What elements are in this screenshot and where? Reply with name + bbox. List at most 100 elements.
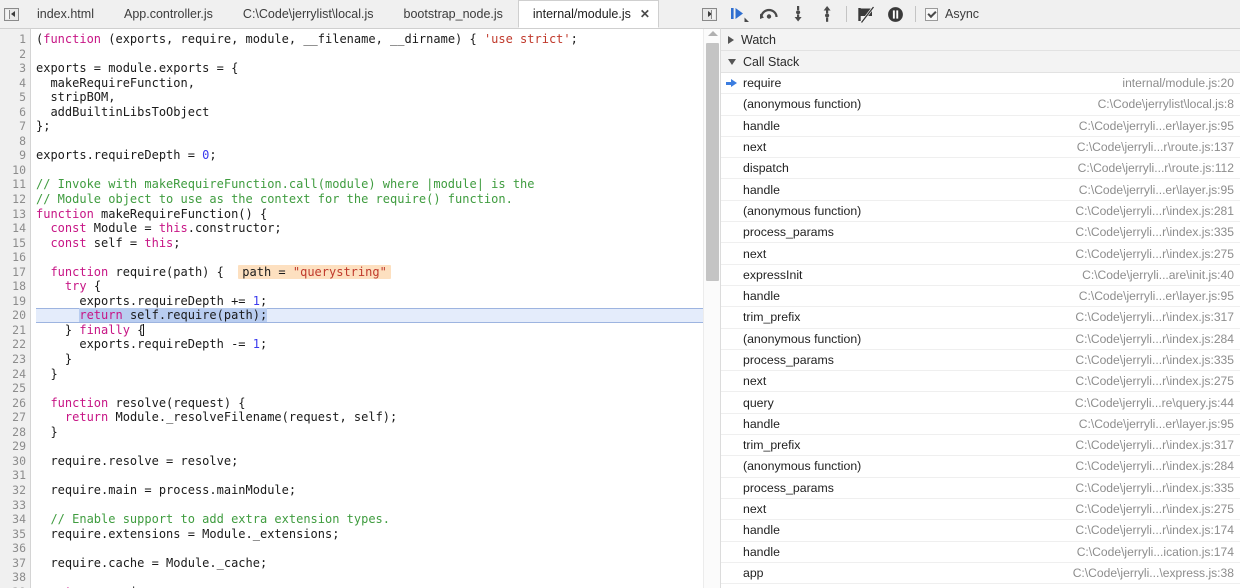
call-stack-row[interactable]: process_params C:\Code\jerryli...r\index.… [721, 477, 1240, 499]
code-line[interactable] [36, 163, 720, 178]
code-line[interactable] [36, 381, 720, 396]
code-line[interactable]: require.cache = Module._cache; [36, 556, 720, 571]
code-line[interactable] [36, 439, 720, 454]
call-stack-function-name: next [743, 140, 767, 155]
call-stack-row[interactable]: handle C:\Code\jerryli...ication.js:174 [721, 541, 1240, 563]
watch-section-header[interactable]: Watch [721, 29, 1240, 51]
call-stack-row[interactable]: handle C:\Code\jerryli...er\layer.js:95 [721, 179, 1240, 201]
code-line[interactable]: exports.requireDepth += 1; [36, 294, 720, 309]
call-stack-row[interactable]: trim_prefix C:\Code\jerryli...r\index.js:… [721, 307, 1240, 329]
chevron-down-icon[interactable] [728, 58, 736, 65]
tab-close-icon[interactable]: ✕ [640, 8, 650, 20]
code-line[interactable] [36, 47, 720, 62]
async-checkbox[interactable] [925, 7, 938, 21]
call-stack-row[interactable]: trim_prefix C:\Code\jerryli...r\index.js:… [721, 435, 1240, 457]
call-stack-row[interactable]: next C:\Code\jerryli...r\route.js:137 [721, 136, 1240, 159]
code-line[interactable]: (function (exports, require, module, __f… [36, 32, 720, 47]
call-stack-row[interactable]: handle C:\Code\jerryli...er\layer.js:95 [721, 413, 1240, 436]
code-line[interactable]: return Module._resolveFilename(request, … [36, 410, 720, 425]
code-line[interactable] [36, 250, 720, 265]
call-stack-row[interactable]: next C:\Code\jerryli...r\index.js:275 [721, 371, 1240, 393]
code-line[interactable]: // Enable support to add extra extension… [36, 512, 720, 527]
code-line[interactable]: // Module object to use as the context f… [36, 192, 720, 207]
call-stack-row[interactable]: next C:\Code\jerryli...r\index.js:275 [721, 243, 1240, 265]
code-line[interactable]: const self = this; [36, 236, 720, 251]
editor-tab-0[interactable]: index.html [22, 0, 109, 28]
code-line[interactable] [36, 468, 720, 483]
deactivate-breakpoints-button[interactable] [852, 1, 881, 27]
call-stack-location: C:\Code\jerryli...r\index.js:335 [1075, 353, 1234, 367]
call-stack-row[interactable]: app C:\Code\jerryli...\express.js:38 [721, 562, 1240, 585]
call-stack-row[interactable]: (anonymous function) C:\Code\jerrylist\lo… [721, 94, 1240, 116]
panel-expand-right-icon[interactable] [698, 0, 720, 28]
code-line[interactable]: } [36, 425, 720, 440]
step-over-arc-icon [759, 8, 778, 19]
code-line[interactable] [36, 134, 720, 149]
step-into-button[interactable] [783, 1, 812, 27]
call-stack-row[interactable]: (anonymous function) C:\Code\jerryli...r\… [721, 456, 1240, 478]
editor-tab-1[interactable]: App.controller.js [109, 0, 228, 28]
code-line[interactable]: exports.requireDepth -= 1; [36, 337, 720, 352]
code-line[interactable]: } finally { [36, 323, 720, 338]
chevron-right-icon[interactable] [728, 35, 734, 44]
call-stack-row[interactable]: dispatch C:\Code\jerryli...r\route.js:112 [721, 158, 1240, 180]
async-toggle[interactable]: Async [925, 7, 979, 21]
line-number: 18 [12, 279, 26, 294]
step-out-button[interactable] [812, 1, 841, 27]
code-line[interactable]: function makeRequireFunction() { [36, 207, 720, 222]
code-line[interactable]: } [36, 367, 720, 382]
code-line[interactable] [36, 570, 720, 585]
panel-collapse-left-icon[interactable] [0, 0, 22, 28]
call-stack-row[interactable]: handle C:\Code\jerryli...er\layer.js:95 [721, 115, 1240, 137]
code-viewport[interactable]: (function (exports, require, module, __f… [31, 29, 720, 588]
editor-tab-4[interactable]: internal/module.js ✕ [517, 0, 659, 28]
code-line[interactable]: makeRequireFunction, [36, 76, 720, 91]
code-line[interactable] [36, 541, 720, 556]
scrollbar-thumb[interactable] [706, 43, 719, 281]
code-line[interactable]: } [36, 352, 720, 367]
call-stack-row[interactable]: query C:\Code\jerryli...re\query.js:44 [721, 392, 1240, 414]
line-number: 20 [12, 308, 26, 323]
call-stack-location: C:\Code\jerryli...r\index.js:335 [1075, 480, 1234, 495]
continue-button[interactable] [725, 1, 754, 27]
pause-button[interactable] [881, 1, 910, 27]
code-line[interactable]: require.extensions = Module._extensions; [36, 527, 720, 542]
code-line[interactable]: exports.requireDepth = 0; [36, 148, 720, 163]
call-stack-row[interactable]: handle C:\Code\jerryli...r\index.js:174 [721, 520, 1240, 542]
code-line[interactable]: require.main = process.mainModule; [36, 483, 720, 498]
code-line[interactable]: // Invoke with makeRequireFunction.call(… [36, 177, 720, 192]
call-stack-row[interactable]: handle C:\Code\jerryli...er\layer.js:95 [721, 285, 1240, 308]
scroll-up-arrow-icon[interactable] [708, 31, 718, 36]
code-line[interactable]: try { [36, 279, 720, 294]
code-line-current[interactable]: return self.require(path); [36, 308, 720, 323]
code-line[interactable]: exports = module.exports = { [36, 61, 720, 76]
call-stack-row[interactable]: process_params C:\Code\jerryli...r\index.… [721, 222, 1240, 244]
editor-tab-3[interactable]: bootstrap_node.js [389, 0, 518, 28]
code-line[interactable]: }; [36, 119, 720, 134]
line-number: 9 [19, 148, 26, 163]
code-line[interactable]: const Module = this.constructor; [36, 221, 720, 236]
call-stack-row[interactable]: require internal/module.js:20 [721, 73, 1240, 95]
call-stack-row[interactable]: (anonymous function) C:\Code\jerryli...r\… [721, 200, 1240, 223]
code-line[interactable]: require.resolve = resolve; [36, 454, 720, 469]
code-line[interactable]: function require(path) { path = "queryst… [36, 264, 720, 280]
line-number: 15 [12, 235, 26, 250]
code-editor[interactable]: 1 2 3 4 5 6 7 8 9 10 11 12 13 14 15 16 17 18 19 20 21 22 23 24 2… [0, 28, 720, 588]
code-line[interactable] [36, 498, 720, 513]
code-line[interactable]: function resolve(request) { [36, 396, 720, 411]
tab-list: index.html App.controller.js C:\Code\jerry… [22, 0, 678, 28]
call-stack-row[interactable]: (anonymous function) C:\Code\jerryli...r\… [721, 328, 1240, 350]
editor-vertical-scrollbar[interactable] [703, 29, 720, 588]
code-line[interactable]: stripBOM, [36, 90, 720, 105]
code-line[interactable]: addBuiltinLibsToObject [36, 105, 720, 120]
source-code[interactable]: (function (exports, require, module, __f… [31, 32, 720, 588]
call-stack-row[interactable]: expressInit C:\Code\jerryli...are\init.js… [721, 264, 1240, 286]
call-stack-row[interactable]: next C:\Code\jerryli...r\index.js:275 [721, 498, 1240, 521]
call-stack-section-header[interactable]: Call Stack [721, 51, 1240, 73]
editor-tab-2[interactable]: C:\Code\jerrylist\local.js [228, 0, 389, 28]
call-stack-list[interactable]: require internal/module.js:20 (anonymous f… [721, 73, 1240, 588]
call-stack-row[interactable]: process_params C:\Code\jerryli...r\index.… [721, 349, 1240, 372]
line-number: 8 [19, 133, 26, 148]
call-stack-function-name: process_params [743, 353, 834, 367]
step-over-button[interactable] [754, 1, 783, 27]
